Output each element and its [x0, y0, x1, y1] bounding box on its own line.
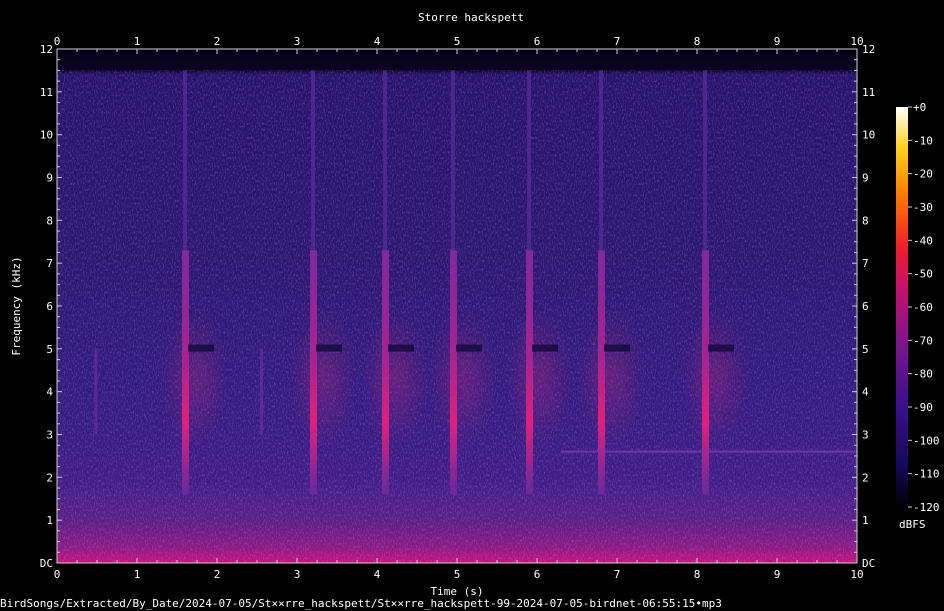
y-tick-label-left: 7	[46, 257, 53, 270]
colorbar-gradient	[896, 107, 908, 507]
drum-strike-mark	[182, 250, 189, 495]
strike-glow	[161, 308, 229, 449]
y-tick-label-right: 8	[862, 214, 869, 227]
drum-strike-mark	[310, 250, 317, 495]
x-tick-label-bottom: 6	[534, 568, 541, 581]
spectrogram-chart: Storre hackspett 00112233445566778899101…	[0, 11, 940, 610]
y-tick-label-left: 8	[46, 214, 53, 227]
colorbar-tick-label: -100	[913, 434, 940, 447]
strike-glow	[361, 308, 429, 449]
y-tick-label-right: 5	[862, 343, 869, 356]
colorbar-tick-label: -30	[913, 201, 933, 214]
strike-shadow	[532, 344, 558, 352]
x-tick-label-bottom: 7	[614, 568, 621, 581]
x-tick-label-top: 0	[54, 35, 61, 48]
x-tick-label-top: 9	[774, 35, 781, 48]
strike-shadow	[456, 344, 482, 352]
y-tick-label-right: 4	[862, 386, 869, 399]
x-tick-label-top: 8	[694, 35, 701, 48]
y-tick-label-left: 12	[40, 43, 53, 56]
colorbar-tick-label: -80	[913, 368, 933, 381]
strike-glow	[577, 308, 645, 449]
y-tick-label-left: 11	[40, 86, 53, 99]
y-tick-label-left: 3	[46, 429, 53, 442]
x-tick-label-top: 4	[374, 35, 381, 48]
colorbar-tick-label: +0	[913, 101, 926, 114]
y-axis-label: Frequency (kHz)	[10, 256, 23, 355]
x-tick-label-bottom: 8	[694, 568, 701, 581]
x-tick-label-top: 1	[134, 35, 141, 48]
colorbar-tick-label: -70	[913, 334, 933, 347]
y-tick-label-right: 2	[862, 471, 869, 484]
faint-strike-mark	[260, 348, 263, 435]
strike-shadow	[316, 344, 342, 352]
narrowband-tone	[561, 450, 857, 453]
x-tick-label-bottom: 3	[294, 568, 301, 581]
drum-strike-mark	[702, 250, 709, 495]
y-tick-label-left: 6	[46, 300, 53, 313]
colorbar-tick-label: -50	[913, 268, 933, 281]
file-path-footer: BirdSongs/Extracted/By_Date/2024-07-05/S…	[0, 597, 722, 610]
colorbar-tick-label: -60	[913, 301, 933, 314]
colorbar-ticks: +0 -10 -20 -30 -40 -50 -60 -70 -80 -90 -100 -110 -12…	[908, 101, 940, 514]
colorbar-tick-label: -90	[913, 401, 933, 414]
tone-layer	[561, 450, 857, 453]
x-tick-label-bottom: 2	[214, 568, 221, 581]
chart-title: Storre hackspett	[418, 11, 524, 24]
x-tick-label-bottom: 4	[374, 568, 381, 581]
y-tick-label-left: 4	[46, 386, 53, 399]
x-tick-label-top: 2	[214, 35, 221, 48]
y-tick-label-right: 10	[862, 129, 875, 142]
x-tick-label-top: 5	[454, 35, 461, 48]
strike-glow	[505, 308, 573, 449]
y-tick-label-right: 11	[862, 86, 875, 99]
strike-shadow	[388, 344, 414, 352]
y-tick-label-right: 1	[862, 514, 869, 527]
y-tick-label-left: 9	[46, 172, 53, 185]
colorbar-tick-label: -40	[913, 234, 933, 247]
drum-strike-mark	[382, 250, 389, 495]
y-tick-label-right: 6	[862, 300, 869, 313]
colorbar-tick-label: -120	[913, 501, 940, 514]
y-tick-label-left: DC	[40, 557, 53, 570]
strike-shadow	[708, 344, 734, 352]
drum-strike-mark	[526, 250, 533, 495]
drum-strike-mark	[598, 250, 605, 495]
y-tick-label-left: 2	[46, 471, 53, 484]
x-tick-label-top: 7	[614, 35, 621, 48]
x-tick-label-bottom: 1	[134, 568, 141, 581]
x-tick-label-top: 3	[294, 35, 301, 48]
faint-strike-mark	[94, 348, 98, 435]
colorbar-unit-label: dBFS	[899, 518, 926, 531]
x-tick-label-bottom: 0	[54, 568, 61, 581]
y-tick-label-right: DC	[862, 557, 875, 570]
y-tick-label-left: 5	[46, 343, 53, 356]
y-tick-label-right: 9	[862, 172, 869, 185]
x-tick-label-top: 6	[534, 35, 541, 48]
strike-glow	[429, 308, 497, 449]
x-tick-label-bottom: 9	[774, 568, 781, 581]
colorbar-tick-label: -10	[913, 134, 933, 147]
strike-shadow	[188, 344, 214, 352]
colorbar-tick-label: -20	[913, 168, 933, 181]
y-tick-label-right: 3	[862, 429, 869, 442]
strike-glow	[681, 308, 749, 449]
y-tick-label-right: 12	[862, 43, 875, 56]
drum-strike-mark	[450, 250, 457, 495]
y-tick-label-left: 10	[40, 129, 53, 142]
strike-shadow	[604, 344, 630, 352]
colorbar-tick-label: -110	[913, 468, 940, 481]
y-tick-label-right: 7	[862, 257, 869, 270]
colorbar: +0 -10 -20 -30 -40 -50 -60 -70 -80 -90 -100 -110 -12…	[896, 101, 940, 531]
strike-glow	[289, 308, 357, 449]
x-tick-label-bottom: 5	[454, 568, 461, 581]
plot-area	[57, 49, 857, 563]
y-tick-label-left: 1	[46, 514, 53, 527]
